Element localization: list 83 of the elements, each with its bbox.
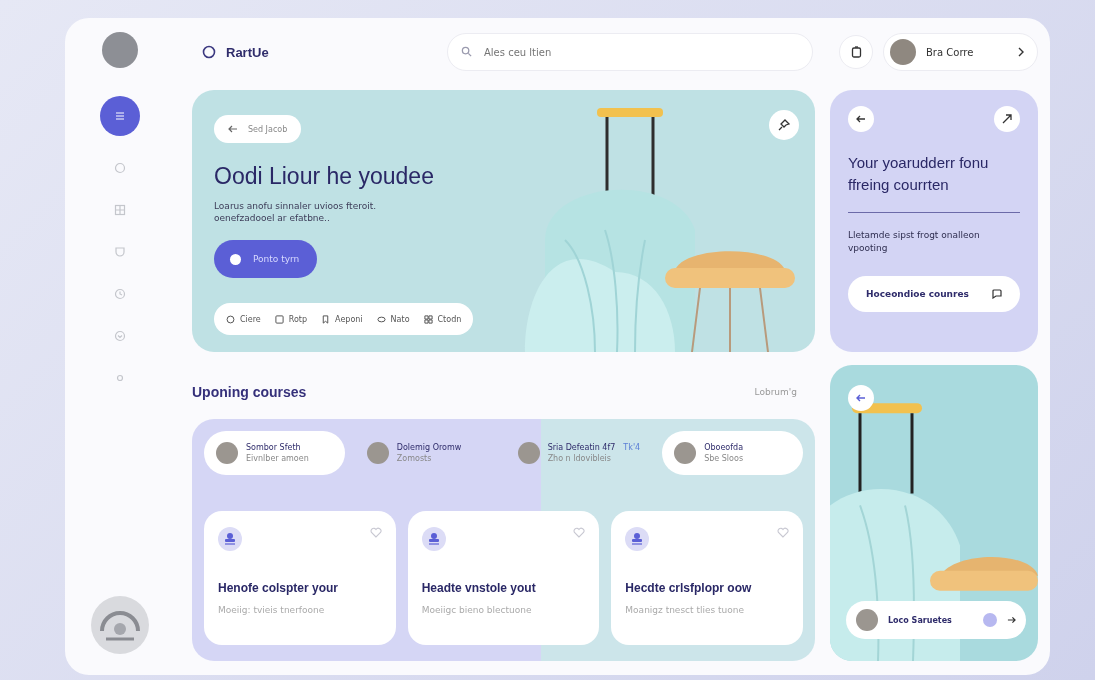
chevron-circle-icon [114,330,126,342]
course-card[interactable]: Henofe colspter your Moeiig: tvieis tnerfoone [204,511,396,645]
back-chip[interactable]: Sed Jacob [214,115,302,143]
eye-icon [376,314,386,324]
bookmark-icon [321,314,331,324]
instructor-item[interactable]: Sombor Sfeth Eivnlber amoen [204,431,345,475]
person-avatar [674,442,697,464]
logo-icon [202,45,216,59]
sessions-chip[interactable]: Loco Saruetes [846,601,1026,639]
hero-title: Oodi Liour he youdee [214,163,434,190]
user-avatar [890,39,916,65]
toolbar-item[interactable]: Nato [376,314,410,324]
logo-text: RartUe [226,44,269,60]
arrow-right-icon [1007,616,1016,624]
list-icon [114,110,126,122]
clipboard-button[interactable] [839,35,873,69]
grid-icon [423,314,433,324]
search-icon [461,46,472,57]
stamp-icon [625,527,650,551]
dot-icon [983,613,997,627]
clipboard-icon [850,46,862,58]
circle-icon [226,314,235,324]
toolbar-item[interactable]: Ciere [226,314,261,324]
heart-icon[interactable] [369,527,382,538]
chat-icon [992,288,1002,299]
shield-icon [114,246,126,258]
instructor-item[interactable]: Sria Defeatin 4f7 Zho n ldovibleis Tk'4 [505,431,653,475]
person-subtitle: Eivnlber amoen [246,454,309,463]
heart-icon[interactable] [573,527,586,538]
course-title: Hecdte crlsfplopr oow [625,581,753,595]
badge-drawing [90,595,150,655]
person-name: Sria Defeatin 4f7 [547,443,616,452]
dot-icon [114,372,126,384]
diagonal-arrow-icon [1002,114,1012,124]
person-subtitle: Zomosts [396,454,433,463]
course-title: Henofe colspter your [218,581,340,595]
promo-title: Your yoarudderr fonu ffreing courrten [848,153,990,195]
toolbar-item[interactable]: Rotp [274,314,308,324]
course-card[interactable]: Hecdte crlsfplopr oow Moanigz tnesct tlies tuone [611,511,803,645]
person-name: Dolemig Oromw [396,443,462,452]
arrow-left-icon [856,394,866,402]
grid-icon [114,204,126,216]
heart-icon[interactable] [777,527,789,538]
arrow-left-icon [228,125,238,133]
dot-icon [230,253,241,265]
person-tag: Tk'4 [623,443,641,452]
stamp-icon [421,527,446,551]
hero-description: Loarus anofu sinnaler uvioos fteroit. oenefzadooel ar efatbne.. [214,200,378,225]
person-avatar [517,442,540,464]
instructor-item[interactable]: Oboeofda Sbe Sloos [662,431,803,475]
person-name: Sombor Sfeth [246,443,302,452]
course-title: Headte vnstole yout [421,581,537,595]
person-subtitle: Sbe Sloos [704,454,744,463]
promo-text: Lletamde sipst frogt onalleon vpooting [848,228,981,255]
course-description: Moeiig: tvieis tnerfoone [218,605,326,615]
courses-button[interactable]: Hoceondioe counres [848,275,1020,312]
person-avatar [856,609,878,631]
stamp-icon [218,527,242,551]
pin-icon [778,119,790,131]
arrow-left-icon [856,115,866,123]
toolbar-item[interactable]: Ctodn [423,314,462,324]
course-description: Moeiigc bieno blectuone [421,605,533,615]
person-name: Oboeofda [704,443,744,452]
person-avatar [366,442,389,464]
primary-button[interactable]: Ponto tyrn [214,240,318,279]
chevron-right-icon [1017,47,1025,57]
expand-button[interactable] [994,106,1020,132]
person-avatar [216,442,238,464]
circle-icon [114,162,126,174]
person-subtitle: Zho n ldovibleis [547,454,612,463]
user-avatar[interactable] [102,32,138,68]
back-button[interactable] [848,106,874,132]
nav-button[interactable] [100,96,140,136]
course-description: Moanigz tnesct tlies tuone [625,605,746,615]
clock-icon [114,288,126,300]
course-card[interactable]: Headte vnstole yout Moeiigc bieno blectuone [407,511,600,645]
pin-button[interactable] [769,110,799,140]
toolbar-item[interactable]: Aeponi [321,314,363,324]
user-menu-button[interactable]: Bra Corre [883,33,1038,71]
instructor-item[interactable]: Dolemig Oromw Zomosts [354,431,496,475]
section-title: Uponing courses [192,384,307,400]
square-icon [274,314,284,324]
search-field[interactable]: Ales ceu ltien [447,33,813,71]
